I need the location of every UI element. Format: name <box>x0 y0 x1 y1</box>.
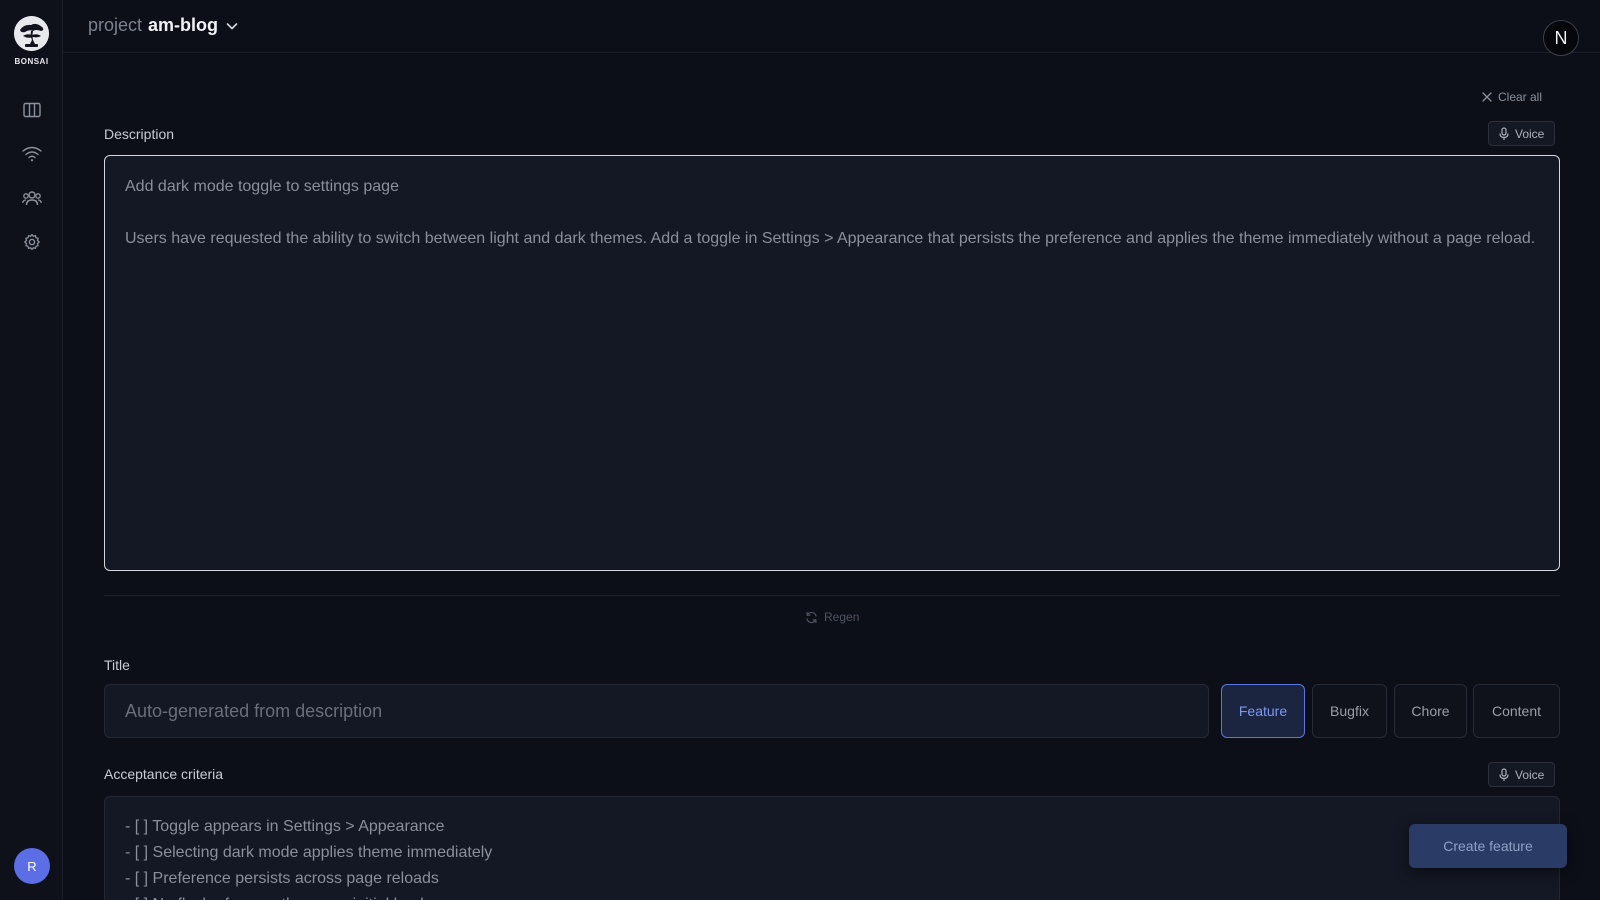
type-feature-button[interactable]: Feature <box>1221 684 1305 738</box>
clear-all-label: Clear all <box>1498 90 1543 104</box>
description-label: Description <box>104 126 175 142</box>
criteria-line: - [ ] Toggle appears in Settings > Appea… <box>125 818 445 835</box>
description-voice-button[interactable]: Voice <box>1488 121 1556 146</box>
users-icon <box>22 191 42 206</box>
title-label: Title <box>104 657 130 673</box>
criteria-line: - [ ] Selecting dark mode applies theme … <box>125 844 493 861</box>
create-feature-button[interactable]: Create feature <box>1409 824 1567 868</box>
gear-icon <box>24 233 40 251</box>
project-label: project <box>88 15 143 35</box>
criteria-line: - [ ] Preference persists across page re… <box>125 870 439 887</box>
type-bugfix-button[interactable]: Bugfix <box>1312 684 1387 738</box>
microphone-icon <box>1499 126 1509 140</box>
columns-icon <box>23 102 41 118</box>
voice-label: Voice <box>1515 767 1545 782</box>
criteria-label: Acceptance criteria <box>104 766 224 782</box>
type-chore-button[interactable]: Chore <box>1394 684 1467 738</box>
voice-label: Voice <box>1515 126 1545 141</box>
sidebar-item-team[interactable] <box>21 187 43 209</box>
sidebar-item-wireless[interactable] <box>21 143 43 165</box>
type-content-button[interactable]: Content <box>1473 684 1560 738</box>
close-icon <box>1482 92 1492 102</box>
logo-text: BONSAI <box>14 57 49 66</box>
refresh-icon <box>806 611 817 623</box>
criteria-voice-button[interactable]: Voice <box>1488 762 1556 787</box>
sidebar-item-board[interactable] <box>21 99 43 121</box>
sidebar: BONSAI R <box>0 0 63 900</box>
sidebar-item-settings[interactable] <box>21 231 43 253</box>
regen-label: Regen <box>824 610 860 624</box>
header: project am-blog N <box>63 0 1600 56</box>
regen-button[interactable]: Regen <box>805 610 859 624</box>
project-selector[interactable]: project am-blog <box>88 15 240 36</box>
criteria-line: - [ ] No flash of wrong theme on initial… <box>125 892 1539 900</box>
microphone-icon <box>1499 767 1509 781</box>
criteria-textarea[interactable]: - [ ] Toggle appears in Settings > Appea… <box>104 796 1560 900</box>
user-avatar[interactable]: R <box>14 848 50 884</box>
bonsai-logo[interactable] <box>14 16 49 51</box>
divider <box>104 595 1560 596</box>
wifi-icon <box>22 146 42 162</box>
project-name: am-blog <box>148 15 219 35</box>
description-textarea[interactable]: Add dark mode toggle to settings page Us… <box>104 155 1560 571</box>
account-avatar[interactable]: N <box>1543 20 1579 56</box>
title-input[interactable]: Auto-generated from description <box>104 684 1209 738</box>
bonsai-tree-icon <box>14 16 49 51</box>
chevron-down-icon <box>226 22 238 29</box>
clear-all-button[interactable]: Clear all <box>1482 90 1542 104</box>
